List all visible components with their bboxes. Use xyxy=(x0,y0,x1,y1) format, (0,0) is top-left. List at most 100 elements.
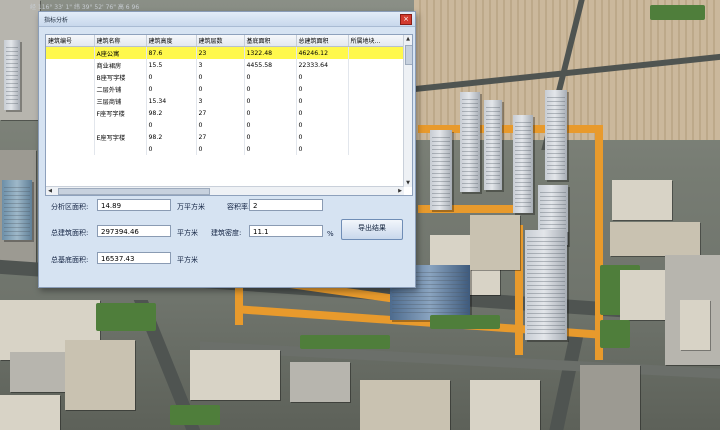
table-cell: 0 xyxy=(296,107,349,119)
table-cell xyxy=(348,71,405,83)
building xyxy=(484,100,502,190)
table-cell: 0 xyxy=(244,131,297,143)
scroll-right-icon[interactable]: ▶ xyxy=(396,187,404,195)
table-cell xyxy=(46,46,95,59)
table-cell xyxy=(46,95,95,107)
horizontal-scrollbar[interactable]: ◀ ▶ xyxy=(46,186,404,195)
table-cell xyxy=(348,95,405,107)
coordinate-readout: 经 116° 33' 1" 纬 39° 52' 76" 高 6 96 xyxy=(30,4,140,11)
building xyxy=(525,230,567,340)
scroll-thumb[interactable] xyxy=(58,188,210,195)
column-header[interactable]: 建筑名称 xyxy=(94,35,147,47)
close-button[interactable]: × xyxy=(400,14,412,25)
base-area-field[interactable]: 16537.43 xyxy=(97,252,171,264)
table-cell xyxy=(348,83,405,95)
table-cell xyxy=(348,107,405,119)
table-cell: 商业裙房 xyxy=(94,59,147,71)
table-cell xyxy=(46,59,95,71)
scroll-down-icon[interactable]: ▼ xyxy=(404,179,412,187)
table-row[interactable]: E座写字楼 98.2 27 0 0 xyxy=(46,131,405,143)
table-cell: 0 xyxy=(244,95,297,107)
table-cell xyxy=(348,119,405,131)
table-row[interactable]: 三层商铺 15.34 3 0 0 xyxy=(46,95,405,107)
building xyxy=(0,395,60,430)
base-area-label: 总基底面积: xyxy=(51,256,89,264)
table-cell xyxy=(348,59,405,71)
table-cell: 二层外铺 xyxy=(94,83,147,95)
table-cell: 0 xyxy=(196,119,245,131)
table-cell: 0 xyxy=(296,143,349,155)
table-row[interactable]: 商业裙房 15.5 3 4455.58 22333.64 xyxy=(46,59,405,71)
building xyxy=(430,130,452,210)
column-header[interactable]: 基底面积 xyxy=(244,35,297,47)
dialog-titlebar[interactable]: 指标分析 × xyxy=(39,12,415,27)
table-cell: 0 xyxy=(296,71,349,83)
export-results-button[interactable]: 导出结果 xyxy=(341,219,403,240)
building xyxy=(580,365,640,430)
table-cell: 23 xyxy=(196,46,245,59)
table-cell: 0 xyxy=(244,107,297,119)
base-area-unit: 平方米 xyxy=(177,256,198,264)
building xyxy=(612,180,672,220)
table-cell: B座写字楼 xyxy=(94,71,147,83)
area-unit: 万平方米 xyxy=(177,203,205,211)
table-cell: 22333.64 xyxy=(296,59,349,71)
table-cell: 27 xyxy=(196,131,245,143)
table-cell xyxy=(348,143,405,155)
table-cell xyxy=(94,119,147,131)
table-cell: 3 xyxy=(196,95,245,107)
building xyxy=(470,380,540,430)
area-label: 分析区面积: xyxy=(51,203,89,211)
column-header[interactable]: 建筑层数 xyxy=(196,35,245,47)
table-cell xyxy=(46,131,95,143)
far-label: 容积率: xyxy=(227,203,251,211)
building xyxy=(460,92,480,192)
green-area xyxy=(170,405,220,425)
scroll-left-icon[interactable]: ◀ xyxy=(46,187,54,195)
table-cell: 3 xyxy=(196,59,245,71)
column-header[interactable]: 建筑高度 xyxy=(146,35,197,47)
column-header[interactable]: 所属地块... xyxy=(348,35,405,47)
gfa-unit: 平方米 xyxy=(177,229,198,237)
building xyxy=(513,115,533,213)
scroll-up-icon[interactable]: ▲ xyxy=(404,35,412,43)
analysis-dialog: 指标分析 × 建筑编号 建筑名称 建筑高度 建筑层数 基底面积 总建筑面积 所属… xyxy=(38,11,416,288)
table-cell xyxy=(348,131,405,143)
table-row[interactable]: B座写字楼 0 0 0 0 xyxy=(46,71,405,83)
table-cell: 0 xyxy=(296,95,349,107)
table-cell: 15.5 xyxy=(146,59,197,71)
table-row-selected[interactable]: A座公寓 87.6 23 1322.48 46246.12 xyxy=(46,46,405,59)
table-cell xyxy=(46,71,95,83)
building xyxy=(360,380,450,430)
column-header[interactable]: 建筑编号 xyxy=(46,35,95,47)
table-cell: 15.34 xyxy=(146,95,197,107)
building xyxy=(680,300,710,350)
table-row[interactable]: 二层外铺 0 0 0 0 xyxy=(46,83,405,95)
table-cell: 三层商铺 xyxy=(94,95,147,107)
table-cell: 4455.58 xyxy=(244,59,297,71)
table-cell: 46246.12 xyxy=(296,46,349,59)
far-field[interactable]: 2 xyxy=(249,199,323,211)
gfa-field[interactable]: 297394.46 xyxy=(97,225,171,237)
table-cell: 98.2 xyxy=(146,131,197,143)
table-row[interactable]: 0 0 0 0 xyxy=(46,143,405,155)
table-cell xyxy=(94,143,147,155)
density-unit: % xyxy=(327,230,334,238)
table-cell: 0 xyxy=(146,71,197,83)
scroll-thumb[interactable] xyxy=(405,45,412,65)
building xyxy=(470,215,520,270)
building xyxy=(65,340,135,410)
building xyxy=(545,90,567,180)
table-header-row: 建筑编号 建筑名称 建筑高度 建筑层数 基底面积 总建筑面积 所属地块... xyxy=(46,35,405,47)
table-row[interactable]: 0 0 0 0 xyxy=(46,119,405,131)
building xyxy=(190,350,280,400)
vertical-scrollbar[interactable]: ▲ ▼ xyxy=(403,35,412,187)
table-cell: 87.6 xyxy=(146,46,197,59)
table-row[interactable]: F座写字楼 98.2 27 0 0 xyxy=(46,107,405,119)
density-field[interactable]: 11.1 xyxy=(249,225,323,237)
area-field[interactable]: 14.89 xyxy=(97,199,171,211)
green-area xyxy=(96,303,156,331)
table-cell: 0 xyxy=(296,119,349,131)
column-header[interactable]: 总建筑面积 xyxy=(296,35,349,47)
building-table[interactable]: 建筑编号 建筑名称 建筑高度 建筑层数 基底面积 总建筑面积 所属地块... A… xyxy=(45,34,413,196)
